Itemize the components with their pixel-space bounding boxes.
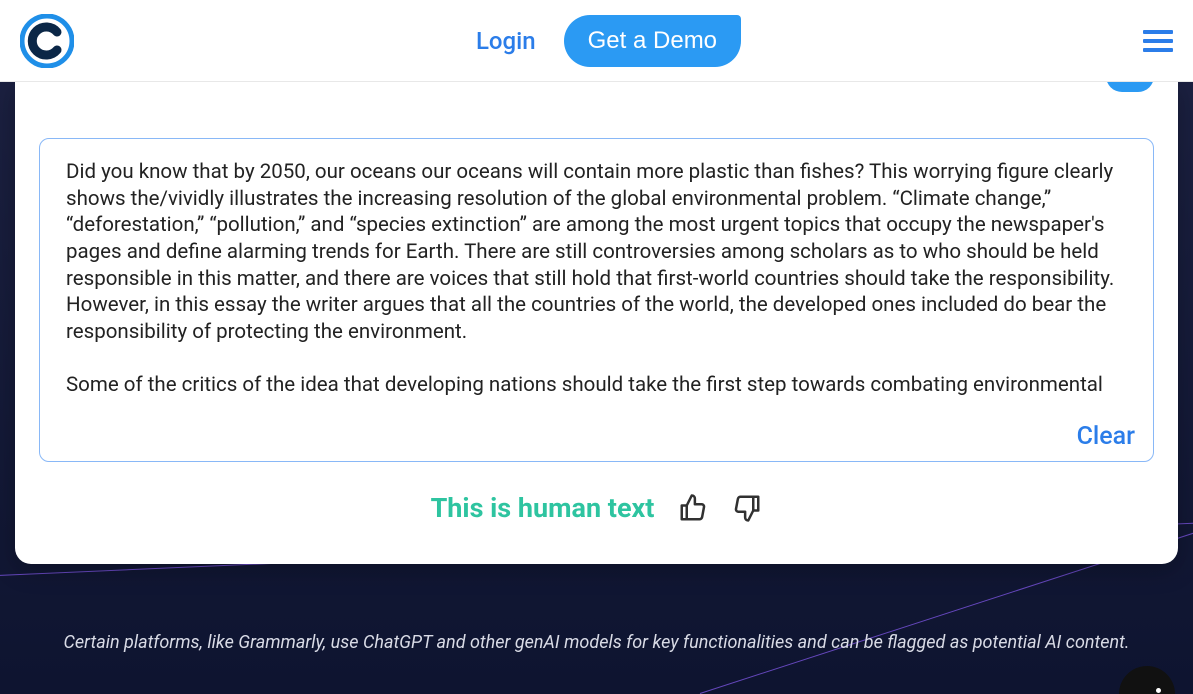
- login-link[interactable]: Login: [476, 27, 536, 55]
- header-nav: Login Get a Demo: [74, 15, 1143, 67]
- result-label: This is human text: [431, 492, 655, 524]
- detector-card: Did you know that by 2050, our oceans ou…: [15, 82, 1178, 564]
- clear-button[interactable]: Clear: [1077, 422, 1135, 451]
- thumb-up-icon[interactable]: [678, 493, 708, 523]
- menu-icon[interactable]: [1143, 30, 1173, 52]
- result-row: This is human text: [39, 492, 1154, 524]
- disclaimer-text: Certain platforms, like Grammarly, use C…: [60, 630, 1133, 656]
- card-top: [39, 82, 1154, 138]
- get-demo-button[interactable]: Get a Demo: [564, 15, 741, 67]
- essay-textarea[interactable]: Did you know that by 2050, our oceans ou…: [40, 139, 1153, 414]
- copyleaks-logo[interactable]: [20, 14, 74, 68]
- input-textbox: Did you know that by 2050, our oceans ou…: [39, 138, 1154, 462]
- clear-row: Clear: [40, 414, 1153, 461]
- chat-dot-icon: [1156, 688, 1161, 693]
- site-header: Login Get a Demo: [0, 0, 1193, 82]
- thumb-down-icon[interactable]: [732, 493, 762, 523]
